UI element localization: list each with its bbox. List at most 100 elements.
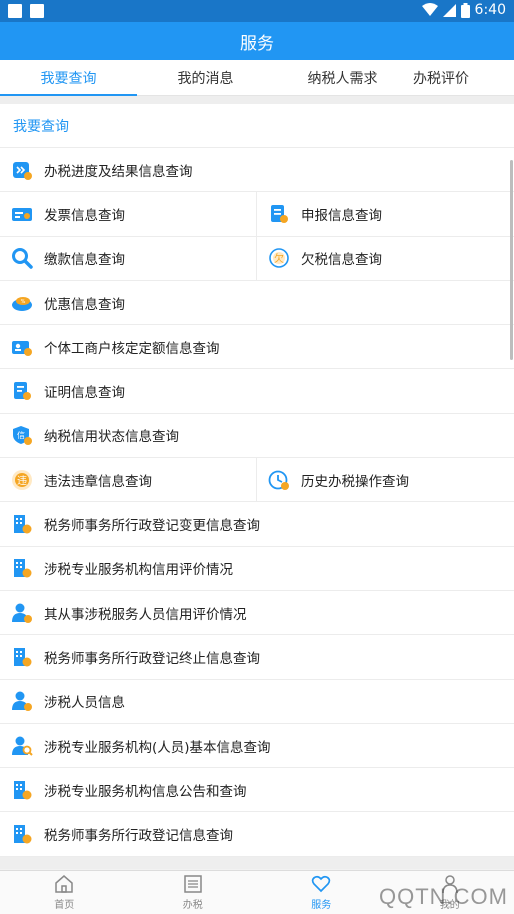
item-label: 欠税信息查询 bbox=[301, 252, 382, 269]
list-row: 税务师事务所行政登记信息查询 bbox=[0, 812, 514, 857]
tab-label: 办税评价 bbox=[413, 70, 469, 87]
query-agency-notice-item[interactable]: 涉税专业服务机构信息公告和查询 bbox=[0, 768, 514, 811]
query-staff-credit-item[interactable]: 其从事涉税服务人员信用评价情况 bbox=[0, 591, 514, 634]
item-label: 违法违章信息查询 bbox=[44, 473, 152, 490]
app-bar: 服务 bbox=[0, 22, 514, 60]
heart-icon bbox=[312, 875, 331, 893]
battery-icon bbox=[460, 2, 470, 18]
search-icon bbox=[12, 248, 33, 269]
query-agency-basic-item[interactable]: 涉税专业服务机构(人员)基本信息查询 bbox=[0, 724, 514, 767]
section-title: 我要查询 bbox=[0, 104, 514, 148]
tab-my-query[interactable]: 我要查询 bbox=[0, 60, 137, 96]
nav-label: 办税 bbox=[182, 900, 203, 911]
list-row: 个体工商户核定定额信息查询 bbox=[0, 325, 514, 370]
user-icon bbox=[12, 691, 32, 712]
coupon-icon: % bbox=[12, 296, 32, 311]
list-row: 违 违法违章信息查询 历史办税操作查询 bbox=[0, 458, 514, 503]
tab-taxpayer-needs[interactable]: 纳税人需求 bbox=[274, 60, 411, 95]
divider bbox=[0, 96, 514, 104]
signal-icon bbox=[442, 3, 456, 17]
list-row: 涉税人员信息 bbox=[0, 679, 514, 724]
list-row: 缴款信息查询 欠 欠税信息查询 bbox=[0, 236, 514, 281]
query-invoice-item[interactable]: 发票信息查询 bbox=[0, 192, 256, 235]
item-label: 申报信息查询 bbox=[301, 207, 382, 224]
bottom-nav: 首页 办税 服务 我的 QQTN.COM bbox=[0, 870, 514, 914]
scrollbar[interactable] bbox=[510, 160, 513, 360]
tab-tax-evaluation[interactable]: 办税评价 bbox=[411, 60, 514, 95]
arrears-icon: 欠 bbox=[269, 248, 289, 269]
list-row: % 优惠信息查询 bbox=[0, 280, 514, 326]
svg-text:欠: 欠 bbox=[274, 252, 284, 265]
list-row: 涉税专业服务机构(人员)基本信息查询 bbox=[0, 723, 514, 769]
query-firm-change-item[interactable]: 税务师事务所行政登记变更信息查询 bbox=[0, 502, 514, 545]
nav-label: 首页 bbox=[54, 900, 75, 911]
list-row: 涉税专业服务机构信用评价情况 bbox=[0, 546, 514, 591]
progress-icon bbox=[13, 161, 32, 180]
invoice-icon bbox=[12, 207, 32, 221]
shield-icon: 信 bbox=[13, 426, 32, 446]
clock-icon bbox=[268, 470, 289, 490]
status-bar: 6:40 bbox=[0, 0, 514, 22]
item-label: 涉税人员信息 bbox=[44, 695, 125, 712]
item-label: 税务师事务所行政登记信息查询 bbox=[44, 828, 233, 845]
list-row: 涉税专业服务机构信息公告和查询 bbox=[0, 768, 514, 813]
item-label: 缴款信息查询 bbox=[44, 252, 125, 269]
item-label: 涉税专业服务机构信用评价情况 bbox=[44, 562, 233, 579]
tab-label: 我要查询 bbox=[40, 70, 97, 87]
list-row: 税务师事务所行政登记终止信息查询 bbox=[0, 635, 514, 680]
item-label: 税务师事务所行政登记变更信息查询 bbox=[44, 518, 260, 535]
nav-tax[interactable]: 办税 bbox=[129, 871, 258, 914]
query-individual-item[interactable]: 个体工商户核定定额信息查询 bbox=[0, 325, 514, 368]
building-icon bbox=[14, 647, 32, 667]
query-firm-end-item[interactable]: 税务师事务所行政登记终止信息查询 bbox=[0, 635, 514, 678]
user-search-icon bbox=[12, 736, 33, 756]
building-icon bbox=[14, 515, 32, 534]
nav-home[interactable]: 首页 bbox=[0, 871, 129, 914]
tab-label: 纳税人需求 bbox=[307, 70, 378, 87]
query-progress-item[interactable]: 办税进度及结果信息查询 bbox=[0, 148, 514, 191]
query-firm-reg-item[interactable]: 税务师事务所行政登记信息查询 bbox=[0, 812, 514, 855]
item-label: 历史办税操作查询 bbox=[301, 473, 409, 490]
query-declare-item[interactable]: 申报信息查询 bbox=[256, 192, 514, 236]
divider bbox=[0, 856, 514, 869]
wifi-icon bbox=[421, 3, 438, 16]
query-preferential-item[interactable]: % 优惠信息查询 bbox=[0, 281, 514, 324]
svg-text:违: 违 bbox=[17, 475, 27, 487]
item-label: 个体工商户核定定额信息查询 bbox=[44, 340, 220, 357]
clock: 6:40 bbox=[474, 2, 506, 18]
notification-icon bbox=[30, 4, 44, 18]
query-arrears-item[interactable]: 欠 欠税信息查询 bbox=[256, 236, 514, 280]
list-row: 发票信息查询 申报信息查询 bbox=[0, 192, 514, 237]
query-credit-item[interactable]: 信 纳税信用状态信息查询 bbox=[0, 414, 514, 457]
list-icon bbox=[184, 875, 202, 893]
query-payment-item[interactable]: 缴款信息查询 bbox=[0, 237, 256, 280]
building-icon bbox=[14, 780, 32, 800]
building-icon bbox=[14, 825, 32, 844]
query-certificate-item[interactable]: 证明信息查询 bbox=[0, 369, 514, 412]
list-row: 办税进度及结果信息查询 bbox=[0, 148, 514, 193]
list-row: 税务师事务所行政登记变更信息查询 bbox=[0, 502, 514, 547]
building-icon bbox=[14, 559, 32, 578]
watermark: QQTN.COM bbox=[379, 884, 508, 909]
item-label: 办税进度及结果信息查询 bbox=[44, 163, 193, 180]
item-label: 发票信息查询 bbox=[44, 207, 125, 224]
item-label: 其从事涉税服务人员信用评价情况 bbox=[44, 606, 247, 623]
item-label: 涉税专业服务机构信息公告和查询 bbox=[44, 783, 247, 800]
item-label: 优惠信息查询 bbox=[44, 296, 125, 313]
query-agency-credit-item[interactable]: 涉税专业服务机构信用评价情况 bbox=[0, 547, 514, 590]
nav-label: 服务 bbox=[311, 900, 332, 911]
query-staff-info-item[interactable]: 涉税人员信息 bbox=[0, 680, 514, 723]
item-label: 涉税专业服务机构(人员)基本信息查询 bbox=[44, 739, 271, 756]
tab-my-messages[interactable]: 我的消息 bbox=[137, 60, 274, 95]
query-history-item[interactable]: 历史办税操作查询 bbox=[256, 458, 514, 502]
tab-bar: 我要查询 我的消息 纳税人需求 办税评价 bbox=[0, 60, 514, 96]
nav-service[interactable]: 服务 bbox=[257, 871, 386, 914]
page-title: 服务 bbox=[240, 33, 274, 54]
svg-text:信: 信 bbox=[17, 430, 25, 440]
svg-text:%: % bbox=[21, 299, 26, 305]
query-violation-item[interactable]: 违 违法违章信息查询 bbox=[0, 458, 256, 501]
item-label: 证明信息查询 bbox=[44, 385, 125, 402]
declare-icon bbox=[271, 204, 288, 223]
list-row: 其从事涉税服务人员信用评价情况 bbox=[0, 590, 514, 636]
list-row: 证明信息查询 bbox=[0, 369, 514, 414]
